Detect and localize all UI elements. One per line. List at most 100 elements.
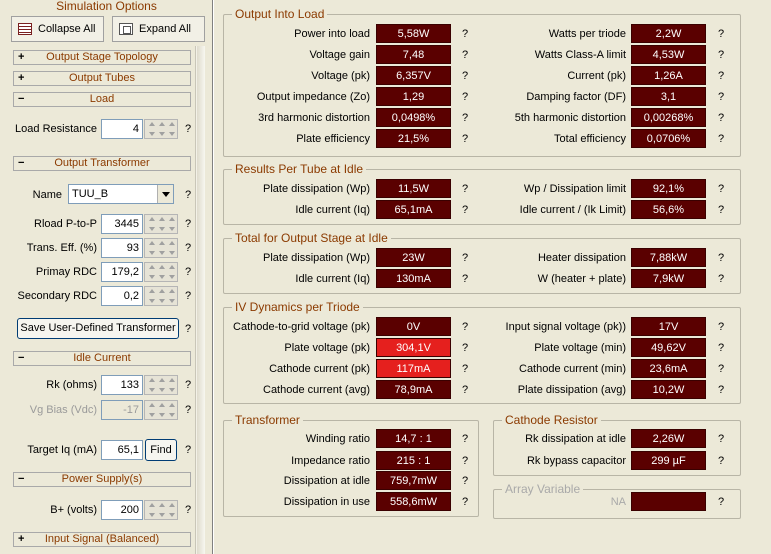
section-power-supply[interactable]: − Power Supply(s) <box>13 472 191 487</box>
help-icon[interactable]: ? <box>462 383 468 397</box>
help-icon[interactable]: ? <box>718 272 724 286</box>
find-button[interactable]: Find <box>145 439 177 461</box>
section-label: Output Tubes <box>68 72 136 84</box>
help-icon[interactable]: ? <box>462 432 468 446</box>
trans-eff-spinner[interactable] <box>144 238 178 258</box>
help-icon[interactable]: ? <box>462 111 468 125</box>
help-icon[interactable]: ? <box>462 69 468 83</box>
help-icon[interactable]: ? <box>462 454 468 468</box>
primary-rdc-input[interactable]: 179,2 <box>101 262 143 282</box>
help-icon[interactable]: ? <box>462 48 468 62</box>
fifth-harmonic-value: 0,00268% <box>631 108 706 127</box>
help-icon[interactable]: ? <box>185 217 191 231</box>
help-icon[interactable]: ? <box>718 495 724 509</box>
bplus-input[interactable]: 200 <box>101 500 143 520</box>
help-icon[interactable]: ? <box>718 320 724 334</box>
group-title: Output Into Load <box>232 7 328 21</box>
rk-label: Rk (ohms) <box>46 379 97 391</box>
help-icon[interactable]: ? <box>185 443 191 457</box>
help-icon[interactable]: ? <box>718 69 724 83</box>
help-icon[interactable]: ? <box>718 203 724 217</box>
help-icon[interactable]: ? <box>718 182 724 196</box>
rload-spinner[interactable] <box>144 214 178 234</box>
heater-dissipation-label: Heater dissipation <box>537 252 626 264</box>
help-icon[interactable]: ? <box>462 320 468 334</box>
load-resistance-spinner[interactable] <box>144 119 178 139</box>
total-idle-current-label: Idle current (Iq) <box>295 273 370 285</box>
left-panel-scrollbar[interactable] <box>195 46 205 554</box>
help-icon[interactable]: ? <box>462 203 468 217</box>
load-resistance-label: Load Resistance <box>15 123 97 135</box>
winding-ratio-value: 14,7 : 1 <box>376 429 451 448</box>
help-icon[interactable]: ? <box>718 27 724 41</box>
secondary-rdc-input[interactable]: 0,2 <box>101 286 143 306</box>
help-icon[interactable]: ? <box>185 241 191 255</box>
help-icon[interactable]: ? <box>462 341 468 355</box>
help-icon[interactable]: ? <box>718 432 724 446</box>
help-icon[interactable]: ? <box>462 272 468 286</box>
help-icon[interactable]: ? <box>718 111 724 125</box>
bplus-spinner[interactable] <box>144 500 178 520</box>
help-icon[interactable]: ? <box>185 188 191 202</box>
help-icon[interactable]: ? <box>718 251 724 265</box>
section-output-transformer[interactable]: − Output Transformer <box>13 156 191 171</box>
power-into-load-value: 5,58W <box>376 24 451 43</box>
help-icon[interactable]: ? <box>185 503 191 517</box>
section-input-signal[interactable]: + Input Signal (Balanced) <box>13 532 191 547</box>
help-icon[interactable]: ? <box>718 383 724 397</box>
group-title: Results Per Tube at Idle <box>232 162 367 176</box>
help-icon[interactable]: ? <box>462 182 468 196</box>
trans-eff-input[interactable]: 93 <box>101 238 143 258</box>
output-impedance-label: Output impedance (Zo) <box>256 91 370 103</box>
help-icon[interactable]: ? <box>718 454 724 468</box>
watts-per-triode-value: 2,2W <box>631 24 706 43</box>
help-icon[interactable]: ? <box>718 362 724 376</box>
target-iq-label: Target Iq (mA) <box>27 444 97 456</box>
help-icon[interactable]: ? <box>462 90 468 104</box>
help-icon[interactable]: ? <box>718 48 724 62</box>
help-icon[interactable]: ? <box>185 122 191 136</box>
help-icon[interactable]: ? <box>185 322 191 336</box>
third-harmonic-value: 0,0498% <box>376 108 451 127</box>
section-idle-current[interactable]: − Idle Current <box>13 351 191 366</box>
rk-input[interactable]: 133 <box>101 375 143 395</box>
rk-spinner[interactable] <box>144 375 178 395</box>
input-signal-voltage-label: Input signal voltage (pk)) <box>505 321 626 333</box>
help-icon[interactable]: ? <box>718 132 724 146</box>
target-iq-input[interactable]: 65,1 <box>101 440 143 460</box>
expand-all-button[interactable]: Expand All <box>112 16 205 42</box>
help-icon[interactable]: ? <box>462 251 468 265</box>
help-icon[interactable]: ? <box>185 378 191 392</box>
help-icon[interactable]: ? <box>718 341 724 355</box>
vg-bias-label: Vg Bias (Vdc) <box>29 404 97 416</box>
collapse-all-button[interactable]: Collapse All <box>11 16 104 42</box>
transformer-name-label: Name <box>32 189 62 201</box>
help-icon[interactable]: ? <box>185 265 191 279</box>
section-output-tubes[interactable]: + Output Tubes <box>13 71 191 86</box>
section-load[interactable]: − Load <box>13 92 191 107</box>
help-icon[interactable]: ? <box>462 362 468 376</box>
help-icon[interactable]: ? <box>462 27 468 41</box>
section-label: Load <box>89 93 115 105</box>
help-icon[interactable]: ? <box>718 90 724 104</box>
chevron-down-icon[interactable] <box>157 185 173 203</box>
load-resistance-input[interactable]: 4 <box>101 119 143 139</box>
vg-bias-spinner <box>144 400 178 420</box>
section-output-stage-topology[interactable]: + Output Stage Topology <box>13 50 191 65</box>
tube-idle-current-label: Idle current (Iq) <box>295 204 370 216</box>
rk-bypass-capacitor-label: Rk bypass capacitor <box>526 455 626 467</box>
expand-icon <box>119 23 133 35</box>
primary-rdc-spinner[interactable] <box>144 262 178 282</box>
help-icon[interactable]: ? <box>185 403 191 417</box>
help-icon[interactable]: ? <box>462 495 468 509</box>
secondary-rdc-spinner[interactable] <box>144 286 178 306</box>
help-icon[interactable]: ? <box>462 132 468 146</box>
help-icon[interactable]: ? <box>185 289 191 303</box>
group-title: IV Dynamics per Triode <box>232 300 363 314</box>
heater-plate-total-value: 7,9kW <box>631 269 706 288</box>
transformer-name-select[interactable]: TUU_B <box>68 184 174 204</box>
save-user-defined-transformer-button[interactable]: Save User-Defined Transformer <box>17 318 179 339</box>
wp-dissipation-limit-label: Wp / Dissipation limit <box>523 183 626 195</box>
help-icon[interactable]: ? <box>462 474 468 488</box>
rload-input[interactable]: 3445 <box>101 214 143 234</box>
